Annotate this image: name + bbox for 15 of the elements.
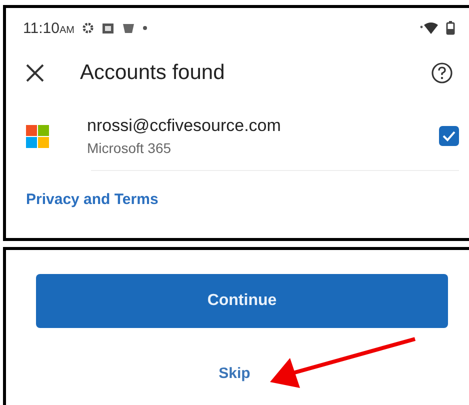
continue-button[interactable]: Continue — [36, 274, 448, 328]
account-service: Microsoft 365 — [87, 140, 172, 156]
header-title: Accounts found — [80, 61, 226, 85]
account-email: nrossi@ccfivesource.com — [87, 116, 282, 136]
four-squares-logo — [26, 124, 49, 148]
dot-icon — [143, 26, 148, 30]
skip-link[interactable]: Skip — [214, 363, 254, 384]
close-icon[interactable] — [26, 64, 44, 82]
status-time: 11:10AM — [23, 20, 74, 36]
privacy-link[interactable]: Privacy and Terms — [26, 191, 158, 208]
wifi-icon — [420, 22, 438, 34]
account-checkbox[interactable] — [439, 126, 459, 146]
calendar-icon — [102, 22, 114, 34]
help-icon[interactable] — [431, 62, 453, 84]
battery-icon — [446, 21, 455, 35]
